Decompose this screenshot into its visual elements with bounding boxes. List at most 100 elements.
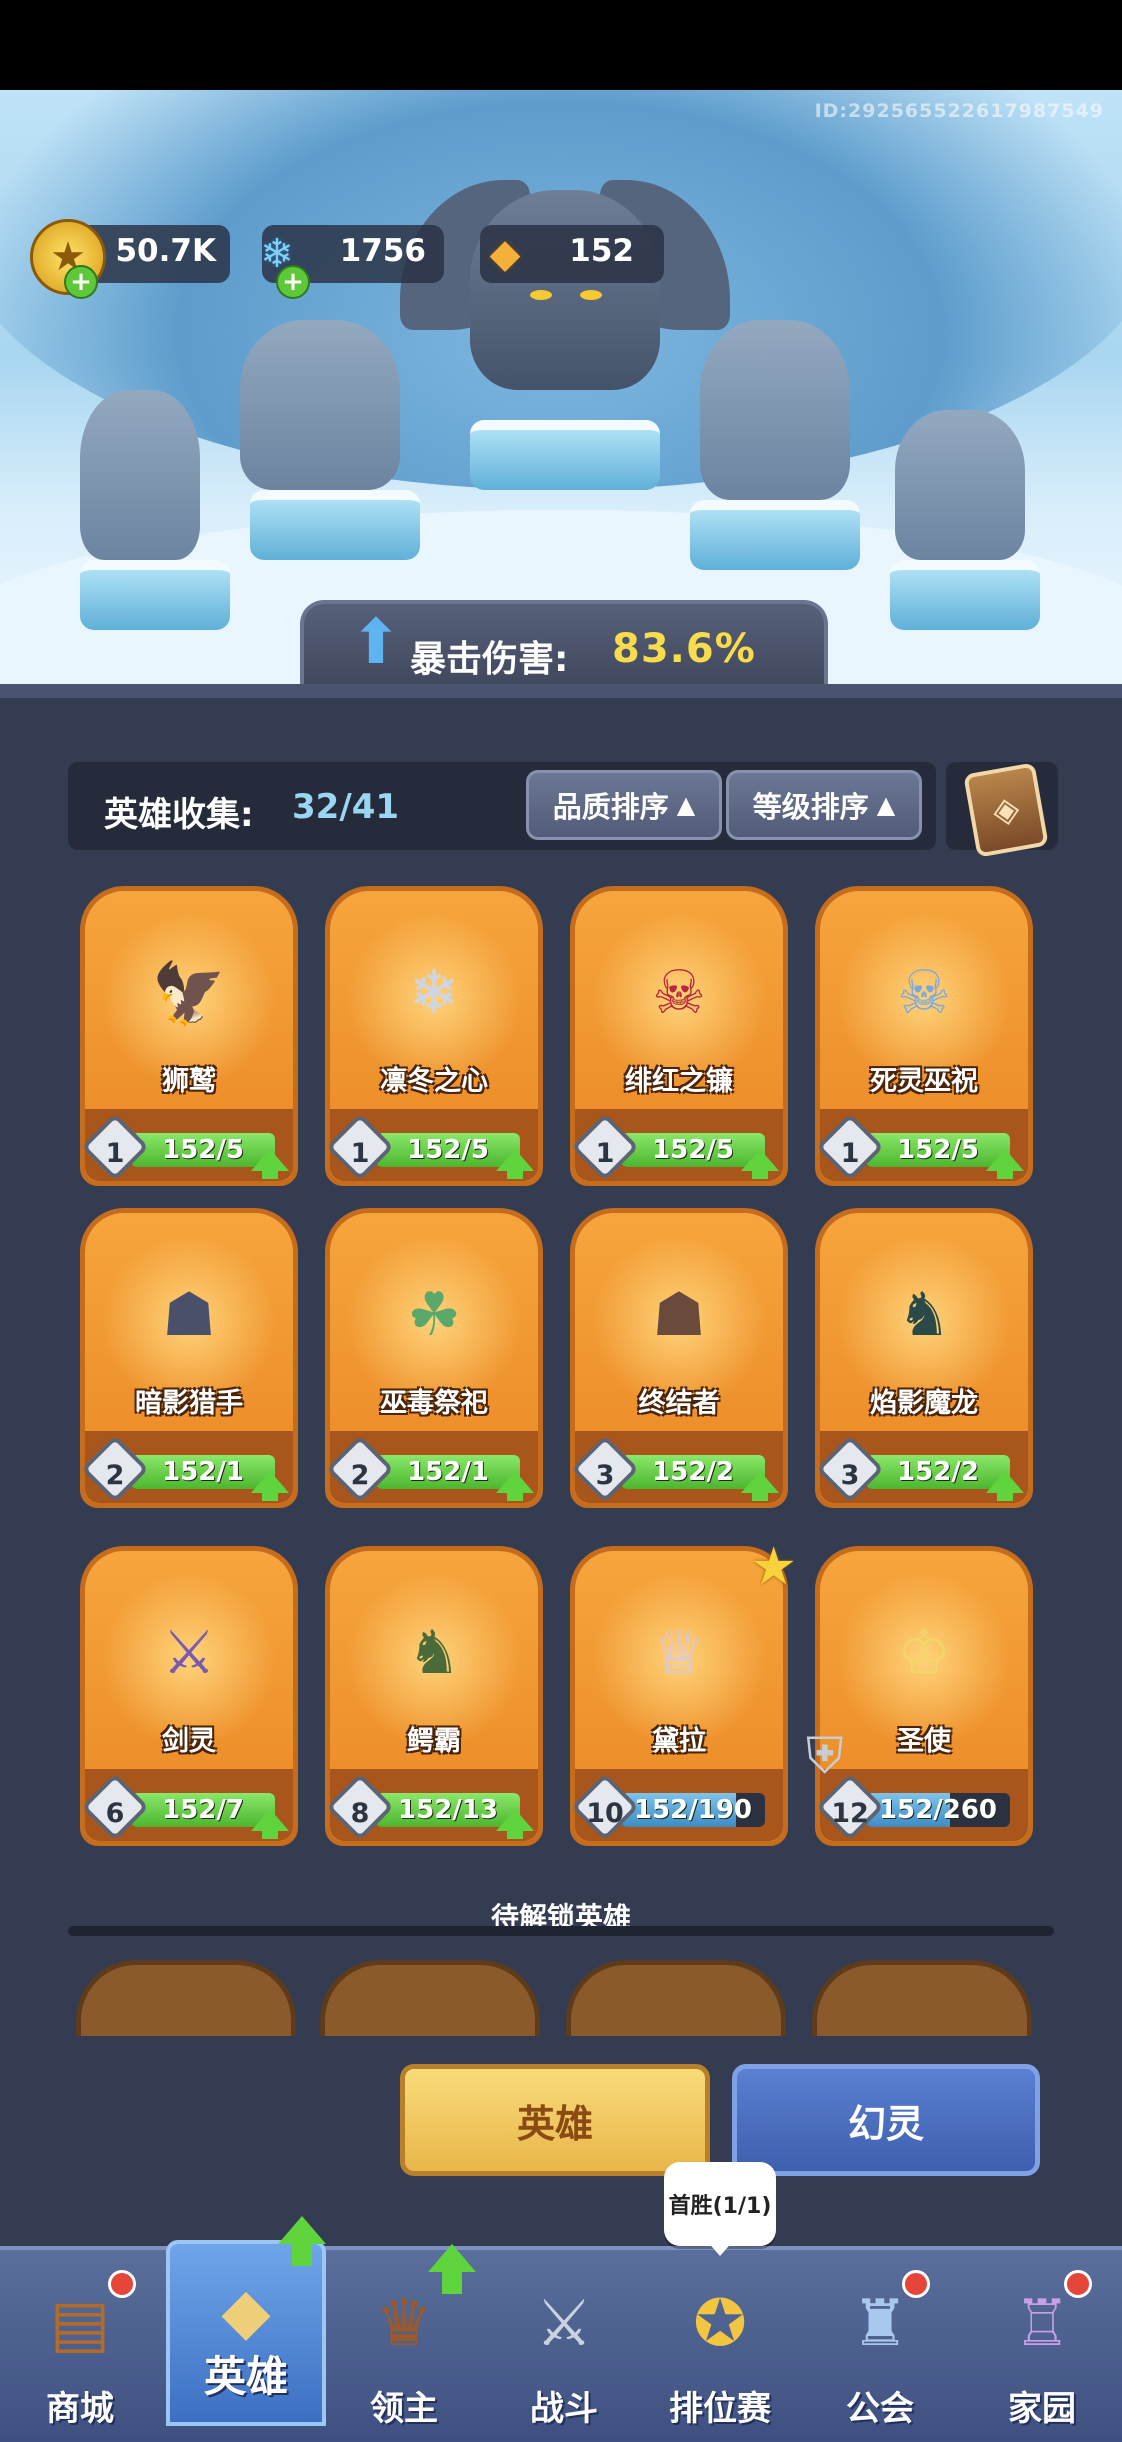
hero-portrait-icon: ♞ — [897, 1280, 951, 1350]
gold-counter[interactable]: ★ + 50.7K — [30, 219, 230, 299]
hero-level: 12 — [831, 1798, 869, 1829]
shield-icon: ⛨ — [806, 1727, 844, 1785]
player-id: ID:292565522617987549 — [814, 100, 1104, 122]
upgrade-arrow-stem — [262, 1487, 278, 1501]
hero-level: 1 — [595, 1138, 615, 1169]
hero-portrait-icon: ☗ — [162, 1280, 216, 1350]
hero-card[interactable]: ♕ 黛拉 152/190 10 ★ — [570, 1537, 797, 1846]
tab-phantom[interactable]: 幻灵 — [732, 2064, 1040, 2176]
statue-golem — [80, 390, 200, 560]
amber-value: 152 — [569, 233, 634, 269]
hero-card[interactable]: ☗ 暗影猎手 152/1 2 — [80, 1208, 298, 1508]
add-gold-icon[interactable]: + — [64, 265, 98, 299]
statue-pedestal — [470, 420, 660, 490]
notification-dot — [902, 2270, 930, 2298]
battle-swords-icon: ⚔ — [535, 2287, 593, 2361]
hero-portrait-icon: 🦅 — [151, 958, 227, 1029]
nav-label: 英雄 — [203, 2352, 288, 2401]
hero-name: 终结者 — [638, 1388, 720, 1419]
hero-portrait-icon: ☠ — [652, 958, 706, 1028]
hero-name: 暗影猎手 — [135, 1388, 243, 1419]
nav-label: 家园 — [1008, 2389, 1076, 2429]
locked-hero-card[interactable] — [812, 1960, 1032, 2040]
notification-dot — [1064, 2270, 1092, 2298]
upgrade-arrow-stem — [292, 2244, 312, 2266]
hero-card[interactable]: ☗ 终结者 152/2 3 — [570, 1208, 788, 1508]
hero-portrait-icon: ♔ — [897, 1618, 951, 1688]
locked-hero-card[interactable] — [320, 1960, 540, 2040]
crystal-counter[interactable]: ❄ + 1756 — [260, 225, 444, 299]
hero-name: 巫毒祭祀 — [380, 1388, 488, 1419]
card-book-icon[interactable]: ◈ — [963, 762, 1049, 858]
upgrade-arrow-stem — [507, 1165, 523, 1179]
hero-card[interactable]: ❄ 凛冬之心 152/5 1 — [325, 886, 543, 1186]
hero-name: 鳄霸 — [407, 1726, 461, 1757]
dragon-eye — [580, 290, 602, 300]
statue-griffin — [240, 320, 400, 490]
hero-portrait-icon: ☗ — [652, 1280, 706, 1350]
hero-name: 圣使 — [897, 1726, 951, 1757]
hero-name: 焰影魔龙 — [870, 1388, 978, 1419]
shard-progress-text: 152/190 — [633, 1795, 753, 1825]
sort-quality-label: 品质排序 — [552, 790, 669, 824]
hero-card[interactable]: ☠ 死灵巫祝 152/5 1 — [815, 886, 1033, 1186]
hero-level: 2 — [105, 1460, 125, 1491]
hero-portrait-icon: ♕ — [652, 1618, 706, 1688]
hero-card[interactable]: 🦅 狮鹫 152/5 1 — [80, 886, 298, 1186]
hero-portrait-icon: ⚔ — [162, 1618, 216, 1688]
collection-label: 英雄收集: — [104, 795, 254, 835]
hero-card[interactable]: ⚔ 剑灵 152/7 6 — [80, 1546, 298, 1846]
upgrade-arrow-stem — [507, 1825, 523, 1839]
statue-pedestal — [890, 560, 1040, 630]
upgrade-arrow-stem — [262, 1165, 278, 1179]
nav-hero[interactable]: ◆ 英雄 — [166, 2240, 326, 2426]
upgrade-arrow-icon — [428, 2244, 476, 2272]
triangle-up-icon: ▲ — [676, 791, 696, 819]
hero-level: 3 — [595, 1460, 615, 1491]
upgrade-arrow-stem — [442, 2272, 462, 2294]
nav-guild[interactable]: ♜ 公会 — [800, 2256, 960, 2442]
panel-edge — [0, 684, 1122, 698]
crit-label: 暴击伤害: — [410, 639, 569, 680]
lord-banner-icon: ♛ — [375, 2287, 433, 2361]
nav-battle[interactable]: ⚔ 战斗 — [484, 2256, 644, 2442]
nav-label: 商城 — [46, 2389, 114, 2429]
shard-progress-bar: 152/190 — [621, 1793, 765, 1827]
hero-card[interactable]: ☠ 绯红之镰 152/5 1 — [570, 886, 788, 1186]
shard-progress-bar: 152/260 — [866, 1793, 1010, 1827]
crit-up-arrow-icon: ⬆ — [350, 605, 402, 678]
upgrade-arrow-stem — [262, 1825, 278, 1839]
locked-hero-card[interactable] — [566, 1960, 786, 2040]
hero-name: 死灵巫祝 — [870, 1066, 978, 1097]
statue-hooded — [700, 320, 850, 500]
hero-level: 2 — [350, 1460, 370, 1491]
nav-label: 战斗 — [530, 2389, 598, 2429]
hero-card[interactable]: ☘ 巫毒祭祀 152/1 2 — [325, 1208, 543, 1508]
nav-label: 排位赛 — [669, 2389, 771, 2429]
hero-level: 1 — [350, 1138, 370, 1169]
nav-ranked[interactable]: ✪ 排位赛 — [640, 2256, 800, 2442]
add-crystal-icon[interactable]: + — [276, 265, 310, 299]
hero-name: 凛冬之心 — [380, 1066, 488, 1097]
hero-name: 剑灵 — [162, 1726, 216, 1757]
hero-card[interactable]: ♞ 鳄霸 152/13 8 — [325, 1546, 543, 1846]
nav-label: 领主 — [370, 2389, 438, 2429]
hero-level: 1 — [840, 1138, 860, 1169]
hero-portrait-icon: ♞ — [407, 1618, 461, 1688]
locked-hero-card[interactable] — [76, 1960, 296, 2040]
nav-label: 公会 — [846, 2389, 914, 2429]
nav-home[interactable]: ♖ 家园 — [962, 2256, 1122, 2442]
tab-hero[interactable]: 英雄 — [400, 2064, 710, 2176]
hero-card[interactable]: ♔ 圣使 152/260 12 ⛨ — [806, 1546, 1033, 1846]
sort-quality-button[interactable]: 品质排序 ▲ — [526, 770, 722, 840]
statue-robot — [895, 410, 1025, 560]
nav-shop[interactable]: ▤ 商城 — [0, 2256, 160, 2442]
hero-card[interactable]: ♞ 焰影魔龙 152/2 3 — [815, 1208, 1033, 1508]
amber-counter[interactable]: ◆ 152 — [480, 225, 664, 283]
statue-pedestal — [250, 490, 420, 560]
upgrade-arrow-stem — [997, 1487, 1013, 1501]
triangle-up-icon: ▲ — [876, 791, 896, 819]
sort-level-button[interactable]: 等级排序 ▲ — [726, 770, 922, 840]
collection-count: 32/41 — [292, 787, 400, 827]
ranked-shield-icon: ✪ — [693, 2287, 747, 2361]
